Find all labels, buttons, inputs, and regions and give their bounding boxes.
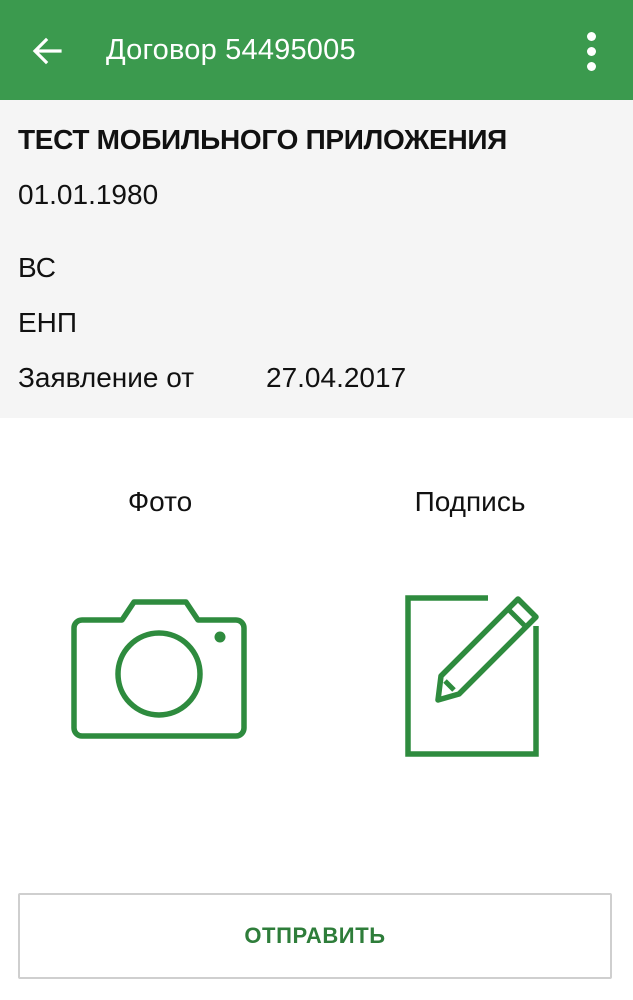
more-vert-icon-dot xyxy=(587,47,596,56)
overflow-menu-button[interactable] xyxy=(570,24,614,78)
signature-label: Подпись xyxy=(414,486,526,517)
photo-label: Фото xyxy=(127,486,193,517)
edit-document-icon xyxy=(405,595,539,757)
more-vert-icon-dot xyxy=(587,62,596,71)
back-button[interactable] xyxy=(22,26,76,76)
contract-info-panel: ТЕСТ МОБИЛЬНОГО ПРИЛОЖЕНИЯ 01.01.1980 ВС… xyxy=(0,100,633,418)
birth-date: 01.01.1980 xyxy=(18,179,159,210)
photo-action[interactable]: Фото xyxy=(45,470,275,780)
page-title: Договор 54495005 xyxy=(106,34,356,66)
app-toolbar: Договор 54495005 xyxy=(0,0,633,100)
contract-screen: Договор 54495005 ТЕСТ МОБИЛЬНОГО ПРИЛОЖЕ… xyxy=(0,0,633,1000)
application-label: Заявление от xyxy=(18,362,195,393)
signature-action[interactable]: Подпись xyxy=(360,470,580,780)
application-date: 27.04.2017 xyxy=(266,362,407,393)
document-type: ВС xyxy=(18,252,56,283)
client-name: ТЕСТ МОБИЛЬНОГО ПРИЛОЖЕНИЯ xyxy=(18,124,508,155)
send-button[interactable]: ОТПРАВИТЬ xyxy=(18,893,612,979)
more-vert-icon xyxy=(587,32,596,41)
enp-label: ЕНП xyxy=(18,307,78,338)
arrow-left-icon xyxy=(32,37,62,65)
camera-icon xyxy=(71,599,247,739)
